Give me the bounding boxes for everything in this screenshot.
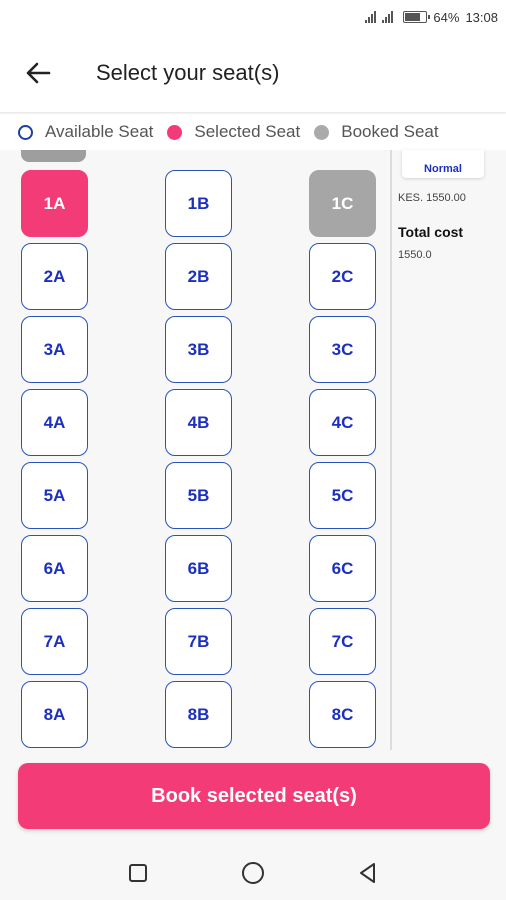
- app-bar: Select your seat(s): [0, 34, 506, 112]
- seat-4a[interactable]: 4A: [21, 389, 88, 456]
- seat-6a[interactable]: 6A: [21, 535, 88, 602]
- seat-legend: Available Seat Selected Seat Booked Seat: [0, 114, 506, 150]
- triangle-back-icon: [360, 863, 376, 883]
- seat-2a[interactable]: 2A: [21, 243, 88, 310]
- seat-8b[interactable]: 8B: [165, 681, 232, 748]
- seat-5c[interactable]: 5C: [309, 462, 376, 529]
- seat-7a[interactable]: 7A: [21, 608, 88, 675]
- seat-3c[interactable]: 3C: [309, 316, 376, 383]
- clock: 13:08: [465, 9, 498, 25]
- square-icon: [128, 864, 147, 882]
- seat-1b[interactable]: 1B: [165, 170, 232, 237]
- seat-4c[interactable]: 4C: [309, 389, 376, 456]
- ticket-class-label: Normal: [424, 163, 462, 175]
- total-cost-value: 1550.0: [398, 249, 432, 261]
- system-nav-bar: [0, 846, 506, 900]
- seat-2c[interactable]: 2C: [309, 243, 376, 310]
- legend-booked: Booked Seat: [314, 122, 439, 142]
- battery-icon: [403, 11, 431, 23]
- recents-button[interactable]: [118, 853, 158, 893]
- available-dot-icon: [18, 124, 33, 140]
- legend-selected-label: Selected Seat: [194, 122, 301, 141]
- seat-row-stub: [21, 150, 86, 162]
- seat-3b[interactable]: 3B: [165, 316, 232, 383]
- circle-icon: [241, 862, 264, 884]
- legend-available-label: Available Seat: [45, 122, 154, 141]
- seat-5b[interactable]: 5B: [165, 462, 232, 529]
- seat-6c[interactable]: 6C: [309, 535, 376, 602]
- seat-1c: 1C: [309, 170, 376, 237]
- seat-7c[interactable]: 7C: [309, 608, 376, 675]
- selected-dot-icon: [167, 124, 183, 140]
- seat-price: KES. 1550.00: [398, 192, 466, 204]
- signal-icon: [365, 11, 377, 23]
- total-cost-label: Total cost: [398, 224, 464, 240]
- seat-5a[interactable]: 5A: [21, 462, 88, 529]
- status-bar: 64% 13:08: [0, 0, 506, 34]
- booking-summary: Normal KES. 1550.00 Total cost 1550.0: [396, 150, 506, 750]
- legend-selected: Selected Seat: [167, 122, 300, 142]
- booked-dot-icon: [314, 124, 330, 140]
- seat-3a[interactable]: 3A: [21, 316, 88, 383]
- seat-4b[interactable]: 4B: [165, 389, 232, 456]
- legend-booked-label: Booked Seat: [341, 122, 439, 141]
- home-button[interactable]: [233, 853, 273, 893]
- arrow-left-icon: [26, 62, 51, 84]
- seat-8c[interactable]: 8C: [309, 681, 376, 748]
- back-button[interactable]: [0, 34, 76, 112]
- back-nav-button[interactable]: [348, 853, 388, 893]
- signal-icon-2: [382, 11, 394, 23]
- ticket-class-card[interactable]: Normal: [402, 150, 484, 178]
- seat-8a[interactable]: 8A: [21, 681, 88, 748]
- legend-available: Available Seat: [18, 122, 153, 142]
- seat-2b[interactable]: 2B: [165, 243, 232, 310]
- panel-divider: [390, 150, 392, 750]
- seat-map: 1A 1B 1C 2A 2B 2C 3A 3B 3C 4A 4B 4C 5A 5B 5C 6A 6B 6C 7A 7B…: [0, 150, 390, 750]
- battery-level: 64%: [433, 9, 460, 25]
- page-title: Select your seat(s): [96, 60, 280, 85]
- seat-1a[interactable]: 1A: [21, 170, 88, 237]
- book-selected-seats-button[interactable]: Book selected seat(s): [18, 763, 490, 829]
- seat-7b[interactable]: 7B: [165, 608, 232, 675]
- seat-6b[interactable]: 6B: [165, 535, 232, 602]
